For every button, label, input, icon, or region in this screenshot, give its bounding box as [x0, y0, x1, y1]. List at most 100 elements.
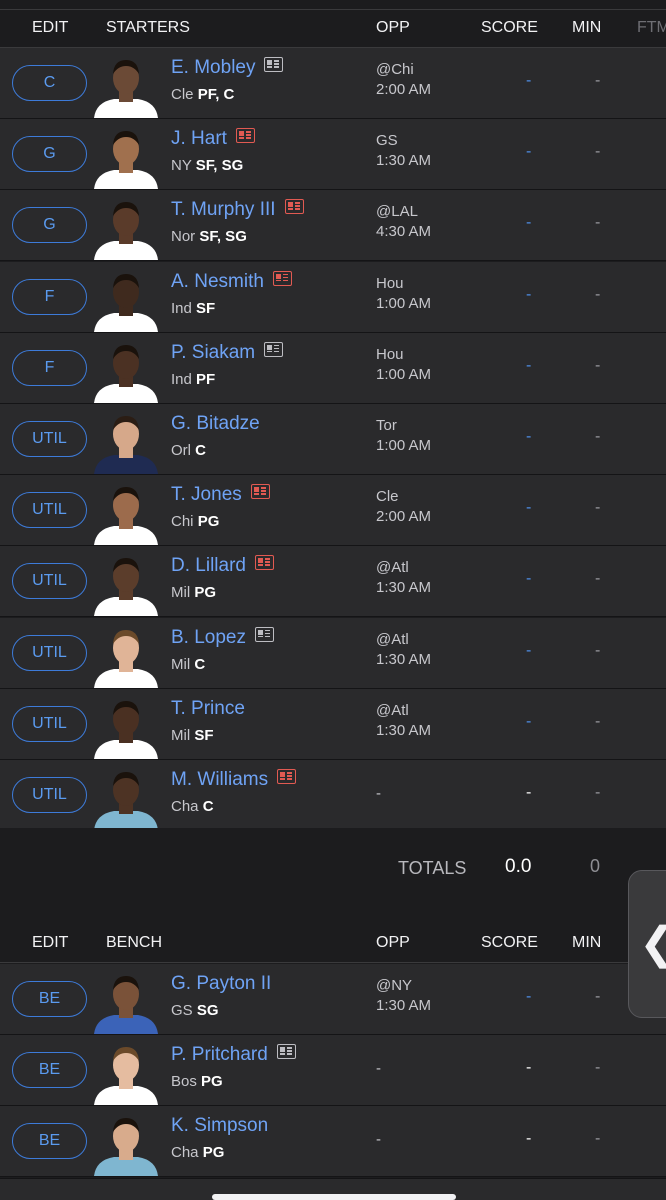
- slot-edit-button[interactable]: G: [12, 207, 87, 244]
- header-score[interactable]: SCORE: [481, 19, 538, 37]
- player-name[interactable]: B. Lopez: [171, 627, 246, 648]
- player-meta: Cha PG: [171, 1144, 224, 1161]
- news-alert-icon[interactable]: [284, 199, 304, 215]
- player-name-link[interactable]: P. Pritchard: [171, 1044, 296, 1066]
- player-name-link[interactable]: M. Williams: [171, 769, 297, 791]
- player-name[interactable]: T. Jones: [171, 484, 242, 505]
- news-icon[interactable]: [255, 626, 274, 642]
- player-avatar[interactable]: [90, 693, 162, 759]
- news-alert-icon[interactable]: [277, 769, 297, 784]
- score-cell[interactable]: -: [526, 784, 531, 802]
- player-name[interactable]: A. Nesmith: [171, 271, 264, 292]
- player-avatar[interactable]: [90, 266, 162, 332]
- player-name-link[interactable]: A. Nesmith: [171, 270, 292, 293]
- minutes-cell: -: [595, 499, 601, 517]
- slot-edit-button[interactable]: F: [12, 278, 87, 315]
- player-name[interactable]: D. Lillard: [171, 555, 246, 576]
- news-icon[interactable]: [264, 57, 284, 72]
- player-name[interactable]: G. Payton II: [171, 973, 271, 994]
- news-alert-icon[interactable]: [254, 555, 274, 571]
- player-avatar[interactable]: [90, 123, 162, 190]
- slot-edit-button[interactable]: UTIL: [12, 705, 87, 742]
- player-meta: Cle PF, C: [171, 86, 234, 103]
- player-avatar[interactable]: [90, 194, 162, 261]
- opponent-cell: -: [376, 1059, 381, 1079]
- score-cell[interactable]: -: [526, 1059, 531, 1077]
- player-name[interactable]: T. Murphy III: [171, 199, 276, 220]
- slot-edit-button[interactable]: UTIL: [12, 563, 87, 600]
- player-name-link[interactable]: D. Lillard: [171, 555, 274, 577]
- score-cell[interactable]: -: [526, 72, 531, 90]
- opponent-cell: Hou 1:00 AM: [376, 274, 431, 314]
- news-icon[interactable]: [264, 341, 284, 357]
- slot-edit-button[interactable]: BE: [12, 981, 87, 1017]
- player-name[interactable]: G. Bitadze: [171, 413, 260, 434]
- score-cell[interactable]: -: [526, 357, 531, 375]
- player-positions: PG: [197, 513, 220, 531]
- player-avatar[interactable]: [90, 52, 162, 118]
- player-name[interactable]: M. Williams: [171, 769, 268, 790]
- score-cell[interactable]: -: [526, 428, 531, 446]
- slot-edit-button[interactable]: BE: [12, 1052, 87, 1089]
- news-alert-icon[interactable]: [272, 270, 292, 286]
- score-cell[interactable]: -: [526, 143, 531, 161]
- player-name[interactable]: J. Hart: [171, 128, 227, 149]
- player-name[interactable]: P. Siakam: [171, 342, 255, 363]
- player-name-link[interactable]: J. Hart: [171, 128, 255, 150]
- player-name[interactable]: E. Mobley: [171, 57, 255, 78]
- player-avatar[interactable]: [90, 1039, 162, 1106]
- player-name[interactable]: T. Prince: [171, 698, 245, 719]
- bench-header-edit: EDIT: [32, 934, 69, 951]
- player-name-link[interactable]: T. Jones: [171, 484, 270, 506]
- bench-header-score[interactable]: SCORE: [481, 934, 538, 952]
- player-positions: SG: [196, 1002, 219, 1019]
- player-name-link[interactable]: K. Simpson: [171, 1115, 268, 1137]
- game-time: 2:00 AM: [376, 81, 432, 98]
- score-cell[interactable]: -: [526, 570, 531, 588]
- player-row: C E. Mobley Cle PF, C @Chi 2:00 AM - -: [0, 48, 666, 119]
- player-name-link[interactable]: T. Prince: [171, 698, 245, 720]
- player-name-link[interactable]: G. Payton II: [171, 973, 271, 995]
- player-avatar[interactable]: [90, 550, 162, 617]
- bench-header-min[interactable]: MIN: [572, 934, 601, 952]
- player-name[interactable]: P. Pritchard: [171, 1044, 268, 1065]
- header-opp[interactable]: OPP: [376, 19, 410, 37]
- player-name-link[interactable]: E. Mobley: [171, 57, 284, 79]
- player-name[interactable]: K. Simpson: [171, 1115, 268, 1136]
- player-name-link[interactable]: T. Murphy III: [171, 199, 304, 221]
- player-avatar[interactable]: [90, 1110, 162, 1177]
- slot-edit-button[interactable]: UTIL: [12, 421, 87, 457]
- slot-edit-button[interactable]: F: [12, 349, 87, 386]
- minutes-cell: -: [595, 988, 601, 1005]
- player-name-link[interactable]: P. Siakam: [171, 341, 284, 364]
- score-cell[interactable]: -: [526, 499, 531, 517]
- slot-edit-button[interactable]: BE: [12, 1123, 87, 1160]
- slot-edit-button[interactable]: UTIL: [12, 777, 87, 813]
- slot-edit-button[interactable]: C: [12, 65, 87, 101]
- news-alert-icon[interactable]: [235, 128, 255, 144]
- news-icon[interactable]: [276, 1044, 296, 1060]
- player-avatar[interactable]: [90, 968, 162, 1034]
- player-avatar[interactable]: [90, 337, 162, 403]
- slot-edit-button[interactable]: UTIL: [12, 492, 87, 529]
- player-avatar[interactable]: [90, 764, 162, 830]
- news-alert-icon[interactable]: [250, 484, 270, 500]
- score-cell[interactable]: -: [526, 988, 531, 1006]
- score-cell[interactable]: -: [526, 642, 531, 660]
- slot-edit-button[interactable]: G: [12, 136, 87, 173]
- score-cell[interactable]: -: [526, 286, 531, 304]
- player-name-link[interactable]: B. Lopez: [171, 626, 274, 649]
- player-name-link[interactable]: G. Bitadze: [171, 413, 260, 435]
- player-avatar[interactable]: [90, 479, 162, 546]
- score-cell[interactable]: -: [526, 214, 531, 232]
- bench-header-opp[interactable]: OPP: [376, 934, 410, 952]
- opponent: Hou: [376, 274, 404, 292]
- player-avatar[interactable]: [90, 622, 162, 688]
- header-min[interactable]: MIN: [572, 19, 601, 37]
- player-avatar[interactable]: [90, 408, 162, 474]
- header-ftm[interactable]: FTM: [637, 19, 666, 37]
- score-cell[interactable]: -: [526, 1130, 531, 1148]
- score-cell[interactable]: -: [526, 713, 531, 731]
- collapse-side-tab[interactable]: ❮: [628, 870, 666, 1018]
- slot-edit-button[interactable]: UTIL: [12, 634, 87, 671]
